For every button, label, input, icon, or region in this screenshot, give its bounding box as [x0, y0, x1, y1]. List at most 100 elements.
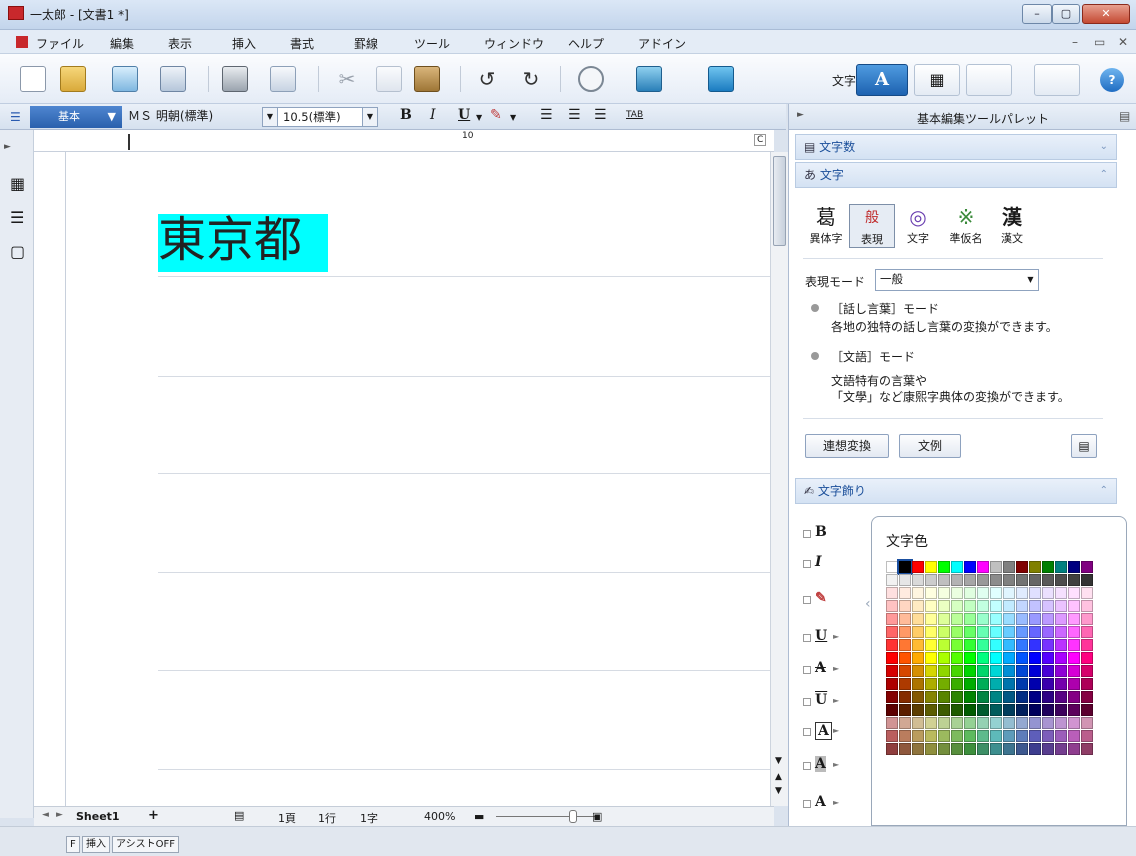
- color-swatch[interactable]: [1081, 678, 1093, 690]
- section-char-decoration[interactable]: ✍ 文字飾り ⌃: [795, 478, 1117, 504]
- color-swatch[interactable]: [899, 652, 911, 664]
- palette-menu-icon[interactable]: ▤: [1119, 109, 1130, 123]
- bold-button[interactable]: B: [400, 107, 412, 123]
- color-swatch[interactable]: [1068, 730, 1080, 742]
- mdi-close-icon[interactable]: ✕: [1118, 35, 1128, 49]
- color-swatch[interactable]: [990, 730, 1002, 742]
- color-swatch[interactable]: [964, 704, 976, 716]
- color-swatch[interactable]: [938, 626, 950, 638]
- color-swatch[interactable]: [1055, 639, 1067, 651]
- color-swatch[interactable]: [938, 743, 950, 755]
- color-swatch[interactable]: [951, 587, 963, 599]
- color-swatch[interactable]: [964, 561, 976, 573]
- color-swatch[interactable]: [951, 561, 963, 573]
- minimize-button[interactable]: –: [1022, 4, 1052, 24]
- text-color-icon[interactable]: ✎: [490, 107, 502, 123]
- vertical-ruler[interactable]: [34, 152, 66, 806]
- color-swatch[interactable]: [1029, 691, 1041, 703]
- color-swatch[interactable]: [1081, 561, 1093, 573]
- color-swatch[interactable]: [1003, 652, 1015, 664]
- color-swatch[interactable]: [899, 574, 911, 586]
- color-swatch[interactable]: [1081, 743, 1093, 755]
- insert-mode[interactable]: 挿入: [82, 836, 110, 853]
- color-swatch[interactable]: [1055, 561, 1067, 573]
- font-name-field[interactable]: ＭＳ 明朝(標準): [124, 107, 260, 127]
- color-swatch[interactable]: [912, 691, 924, 703]
- color-swatch[interactable]: [977, 652, 989, 664]
- maximize-button[interactable]: ▢: [1052, 4, 1080, 24]
- deco-color-button[interactable]: ✎: [803, 590, 839, 612]
- color-swatch[interactable]: [1055, 626, 1067, 638]
- scroll-down-icon[interactable]: ▼: [775, 756, 782, 766]
- sheet-tab[interactable]: Sheet1: [76, 810, 120, 823]
- variant-char-tool[interactable]: 葛異体字: [803, 204, 849, 246]
- color-swatch[interactable]: [990, 613, 1002, 625]
- color-swatch[interactable]: [1029, 717, 1041, 729]
- color-swatch[interactable]: [886, 704, 898, 716]
- color-swatch[interactable]: [899, 678, 911, 690]
- color-swatch[interactable]: [1016, 626, 1028, 638]
- color-swatch[interactable]: [1029, 600, 1041, 612]
- deco-shade-button[interactable]: A ►: [803, 756, 839, 778]
- color-swatch[interactable]: [912, 730, 924, 742]
- color-swatch[interactable]: [938, 717, 950, 729]
- color-swatch[interactable]: [977, 587, 989, 599]
- color-swatch[interactable]: [951, 730, 963, 742]
- section-char[interactable]: あ 文字 ⌃: [795, 162, 1117, 188]
- color-swatch[interactable]: [1016, 587, 1028, 599]
- deco-box-button[interactable]: A ►: [803, 722, 839, 744]
- color-swatch[interactable]: [938, 600, 950, 612]
- thumbnail-view-icon[interactable]: ▦: [10, 174, 25, 193]
- document-area[interactable]: 東京都: [66, 152, 770, 806]
- color-swatch[interactable]: [1081, 717, 1093, 729]
- color-swatch[interactable]: [1016, 574, 1028, 586]
- color-swatch[interactable]: [1016, 600, 1028, 612]
- color-swatch[interactable]: [912, 600, 924, 612]
- color-swatch[interactable]: [938, 587, 950, 599]
- color-swatch[interactable]: [899, 639, 911, 651]
- color-swatch[interactable]: [951, 613, 963, 625]
- color-swatch[interactable]: [951, 691, 963, 703]
- color-swatch[interactable]: [951, 665, 963, 677]
- color-swatch[interactable]: [886, 743, 898, 755]
- underline-button[interactable]: U: [458, 107, 470, 123]
- color-swatch[interactable]: [1042, 717, 1054, 729]
- color-swatch[interactable]: [886, 574, 898, 586]
- color-swatch[interactable]: [1016, 639, 1028, 651]
- indent-marker[interactable]: [128, 134, 138, 150]
- assist-off[interactable]: アシストOFF: [112, 836, 179, 853]
- tab-button[interactable]: TAB: [626, 110, 643, 120]
- color-swatch[interactable]: [990, 639, 1002, 651]
- color-swatch[interactable]: [1042, 665, 1054, 677]
- kanbun-tool[interactable]: 漢漢文: [989, 204, 1035, 246]
- color-swatch[interactable]: [1042, 704, 1054, 716]
- color-swatch[interactable]: [899, 717, 911, 729]
- help-chat-icon[interactable]: [708, 66, 734, 92]
- color-swatch[interactable]: [886, 639, 898, 651]
- color-swatch[interactable]: [1029, 626, 1041, 638]
- color-swatch[interactable]: [1068, 704, 1080, 716]
- color-swatch[interactable]: [1016, 561, 1028, 573]
- color-swatch[interactable]: [990, 743, 1002, 755]
- color-swatch[interactable]: [951, 574, 963, 586]
- color-swatch[interactable]: [1042, 730, 1054, 742]
- color-swatch-grid[interactable]: [886, 559, 1093, 755]
- color-swatch[interactable]: [1068, 613, 1080, 625]
- color-swatch[interactable]: [938, 678, 950, 690]
- color-swatch[interactable]: [1068, 639, 1080, 651]
- color-swatch[interactable]: [964, 600, 976, 612]
- scroll-thumb[interactable]: [773, 156, 786, 246]
- color-swatch[interactable]: [1068, 652, 1080, 664]
- color-swatch[interactable]: [1081, 639, 1093, 651]
- color-swatch[interactable]: [925, 574, 937, 586]
- color-swatch[interactable]: [990, 600, 1002, 612]
- color-swatch[interactable]: [925, 561, 937, 573]
- color-swatch[interactable]: [899, 600, 911, 612]
- color-swatch[interactable]: [1029, 561, 1041, 573]
- color-swatch[interactable]: [990, 678, 1002, 690]
- redo-icon[interactable]: ↻: [518, 66, 544, 92]
- mdi-restore-icon[interactable]: ▭: [1094, 35, 1105, 49]
- color-swatch[interactable]: [925, 730, 937, 742]
- example-button[interactable]: 文例: [899, 434, 961, 458]
- color-swatch[interactable]: [1042, 561, 1054, 573]
